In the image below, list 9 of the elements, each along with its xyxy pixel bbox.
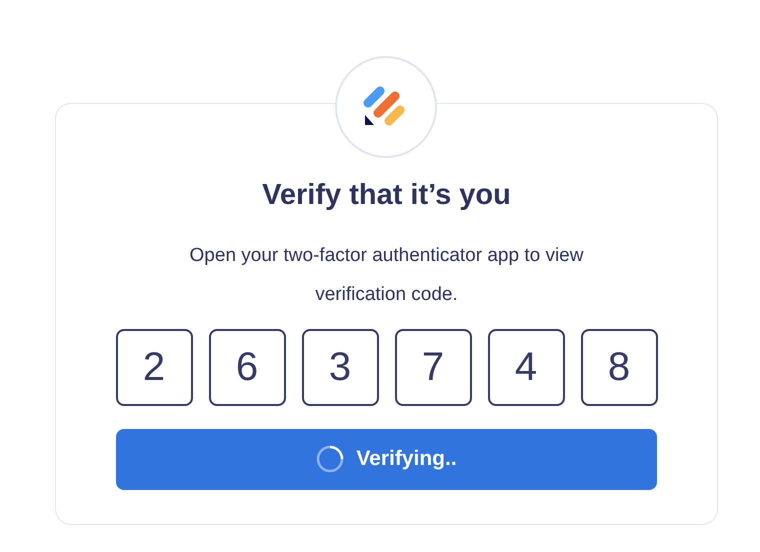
code-digit-field[interactable]: 4: [488, 328, 564, 406]
verify-button[interactable]: Verifying..: [116, 428, 657, 490]
code-digit-field[interactable]: 8: [580, 328, 658, 406]
code-digit-field[interactable]: 6: [208, 328, 286, 406]
code-digit-field[interactable]: 3: [302, 328, 378, 406]
code-digit-field[interactable]: 2: [116, 328, 192, 406]
code-digit-field[interactable]: 7: [394, 328, 472, 406]
title: Verify that it’s you: [262, 178, 511, 213]
subtitle: Open your two-factor authenticator app to view verification code.: [188, 244, 584, 306]
